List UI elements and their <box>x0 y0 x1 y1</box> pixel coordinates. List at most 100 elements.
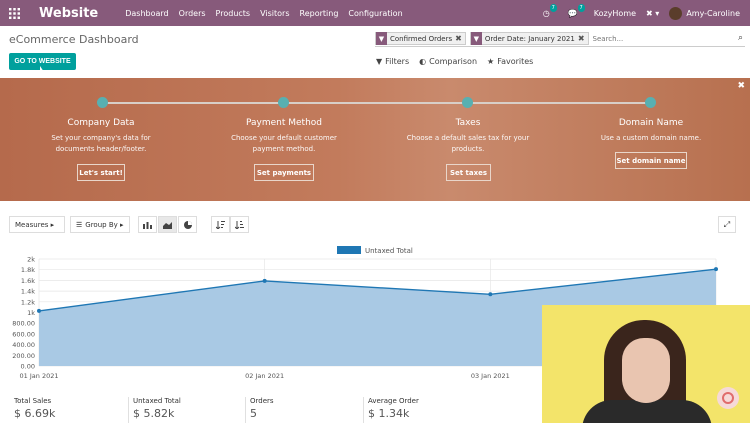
menu-configuration[interactable]: Configuration <box>343 9 407 18</box>
debug-menu[interactable]: ✖ ▾ <box>646 9 659 18</box>
set-domain-name-button[interactable]: Set domain name <box>615 152 687 169</box>
navbar-right: ◷ 7 💬 7 KozyHome ✖ ▾ Amy-Caroline <box>543 0 750 26</box>
activity-button[interactable]: ◷ 7 <box>543 3 557 18</box>
comparison-dropdown[interactable]: ◐ Comparison <box>419 57 477 66</box>
favorites-dropdown[interactable]: ★ Favorites <box>487 57 533 66</box>
facet-label: Confirmed Orders <box>390 34 453 43</box>
step-payment-method: Payment Method Choose your default custo… <box>204 118 364 155</box>
messages-button[interactable]: 💬 7 <box>567 3 585 18</box>
filter-facet[interactable]: ▼ Order Date: January 2021 ✖ <box>469 32 589 45</box>
line-chart-icon[interactable] <box>158 216 177 233</box>
progress-line <box>103 102 651 104</box>
expand-icon[interactable]: ⤢ <box>718 216 736 233</box>
pie-chart-icon[interactable] <box>178 216 197 233</box>
presenter-shirt <box>582 400 712 423</box>
kpi-label: Untaxed Total <box>133 397 181 405</box>
mouse-cursor-icon <box>40 66 44 72</box>
remove-facet-icon[interactable]: ✖ <box>578 34 588 43</box>
menu-reporting[interactable]: Reporting <box>295 9 344 18</box>
kpi-average-order: Average Order $ 1.34k <box>363 397 419 423</box>
avatar <box>669 6 683 20</box>
step-description: Set your company's data for documents he… <box>51 134 151 153</box>
y-tick-label: 200.00 <box>12 352 35 360</box>
remove-facet-icon[interactable]: ✖ <box>455 34 465 43</box>
y-tick-label: 1.4k <box>21 288 35 296</box>
y-tick-label: 800.00 <box>12 320 35 328</box>
step-description: Use a custom domain name. <box>600 134 702 142</box>
kpi-label: Total Sales <box>14 397 52 405</box>
filters-dropdown[interactable]: ▼ Filters <box>376 57 409 66</box>
step-dot <box>97 97 108 108</box>
kpi-value: $ 1.34k <box>368 407 410 420</box>
presenter-face <box>622 338 670 403</box>
kpi-untaxed-total: Untaxed Total $ 5.82k <box>128 397 181 423</box>
menu-visitors[interactable]: Visitors <box>255 9 294 18</box>
filter-facet[interactable]: ▼ Confirmed Orders ✖ <box>375 32 466 45</box>
chat-icon: 💬 <box>567 8 578 18</box>
company-name: KozyHome <box>593 8 637 18</box>
data-point <box>37 308 41 313</box>
y-tick-label: 1.2k <box>21 298 35 306</box>
y-tick-label: 2k <box>27 256 35 264</box>
company-switcher[interactable]: KozyHome <box>594 9 636 18</box>
y-tick-label: 600.00 <box>12 330 35 338</box>
x-tick-label: 02 Jan 2021 <box>245 372 284 380</box>
user-menu[interactable]: Amy-Caroline <box>669 6 740 20</box>
step-title: Payment Method <box>245 118 323 128</box>
step-dot <box>462 97 473 108</box>
funnel-icon: ▼ <box>470 32 482 45</box>
app-brand[interactable]: Website <box>39 6 98 21</box>
sort-descending-icon[interactable] <box>211 216 230 233</box>
kpi-total-sales: Total Sales $ 6.69k <box>10 397 55 423</box>
menu-dashboard[interactable]: Dashboard <box>120 9 173 18</box>
menu-products[interactable]: Products <box>211 9 256 18</box>
step-domain-name: Domain Name Use a custom domain name. <box>571 118 731 144</box>
search-bar: ▼ Confirmed Orders ✖ ▼ Order Date: Janua… <box>375 31 745 47</box>
data-point <box>714 267 718 272</box>
set-taxes-button[interactable]: Set taxes <box>446 164 491 181</box>
record-logo-icon <box>717 387 739 409</box>
measures-dropdown[interactable]: Measures ▸ <box>9 216 65 233</box>
y-tick-label: 0.00 <box>21 363 35 371</box>
data-point <box>262 278 267 283</box>
top-navbar: Website Dashboard Orders Products Visito… <box>0 0 750 26</box>
search-options: ▼ Filters ◐ Comparison ★ Favorites <box>376 57 533 66</box>
bar-chart-icon[interactable] <box>138 216 157 233</box>
step-taxes: Taxes Choose a default sales tax for you… <box>388 118 548 155</box>
search-icon[interactable]: ⌕ <box>738 33 743 43</box>
activity-badge: 7 <box>549 3 557 12</box>
main-menu: Dashboard Orders Products Visitors Repor… <box>120 9 407 18</box>
step-description: Choose a default sales tax for your prod… <box>406 134 530 153</box>
funnel-icon: ▼ <box>376 57 383 66</box>
legend-label: Untaxed Total <box>365 247 413 255</box>
adjust-icon: ◐ <box>419 57 427 66</box>
sort-ascending-icon[interactable] <box>230 216 249 233</box>
y-tick-label: 1.6k <box>21 277 35 285</box>
y-tick-label: 1k <box>27 309 35 317</box>
user-name: Amy-Caroline <box>686 8 740 18</box>
kpi-value: $ 6.69k <box>14 407 56 420</box>
step-title: Company Data <box>67 118 135 128</box>
y-tick-label: 400.00 <box>12 341 35 349</box>
step-dot <box>645 97 656 108</box>
kpi-label: Orders <box>250 397 274 405</box>
menu-orders[interactable]: Orders <box>174 9 211 18</box>
x-tick-label: 03 Jan 2021 <box>471 372 510 380</box>
apps-menu-icon[interactable] <box>0 0 28 26</box>
set-payments-button[interactable]: Set payments <box>254 164 314 181</box>
step-description: Choose your default customer payment met… <box>231 134 337 153</box>
lets-start-button[interactable]: Let's start! <box>77 164 125 181</box>
search-input[interactable] <box>592 32 745 45</box>
facet-label: Order Date: January 2021 <box>484 34 575 43</box>
kpi-orders: Orders 5 <box>245 397 274 423</box>
step-title: Taxes <box>455 118 481 128</box>
legend-swatch <box>337 246 361 254</box>
close-icon[interactable]: ✖ <box>737 81 745 91</box>
list-icon: ☰ <box>76 220 83 229</box>
messages-badge: 7 <box>577 3 585 12</box>
group-by-dropdown[interactable]: ☰ Group By ▸ <box>70 216 130 233</box>
kpi-value: $ 5.82k <box>133 407 175 420</box>
kpi-value: 5 <box>250 407 257 420</box>
y-tick-label: 1.8k <box>21 266 35 274</box>
webcam-overlay <box>542 305 750 423</box>
